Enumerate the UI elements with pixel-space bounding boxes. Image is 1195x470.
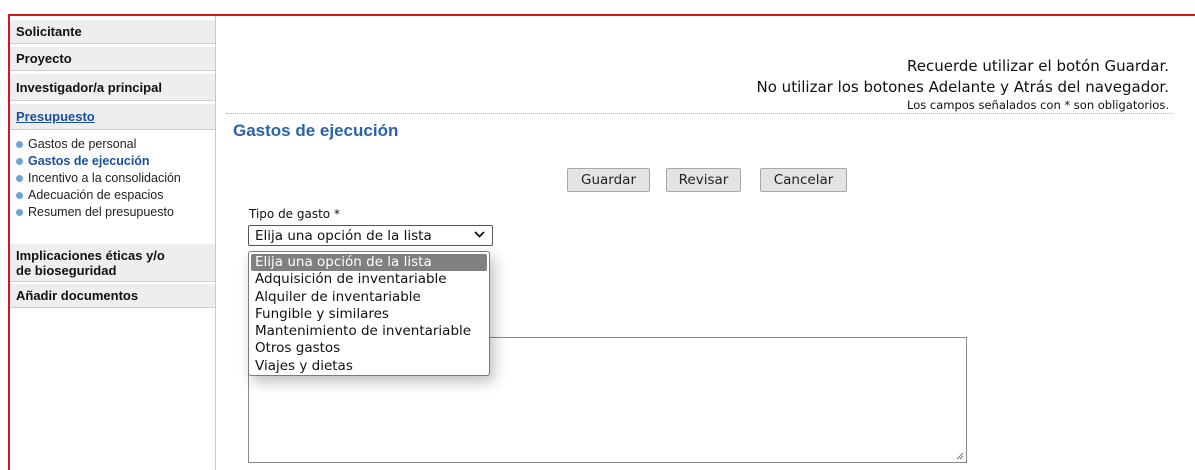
option-otros[interactable]: Otros gastos <box>249 340 489 357</box>
sidebar: Solicitante Proyecto Investigador/a prin… <box>10 16 216 470</box>
submenu-label: Adecuación de espacios <box>28 188 164 202</box>
select-value: Elija una opción de la lista <box>255 227 432 244</box>
sidebar-item-solicitante[interactable]: Solicitante <box>10 20 215 44</box>
notice-required: Los campos señalados con * son obligator… <box>907 98 1169 112</box>
option-adquisicion[interactable]: Adquisición de inventariable <box>249 271 489 288</box>
notice-save: Recuerde utilizar el botón Guardar. <box>907 57 1169 75</box>
option-fungible[interactable]: Fungible y similares <box>249 306 489 323</box>
submenu-adecuacion[interactable]: Adecuación de espacios <box>16 188 164 202</box>
sidebar-item-label: Presupuesto <box>16 109 95 124</box>
save-button[interactable]: Guardar <box>567 168 650 192</box>
submenu-incentivo[interactable]: Incentivo a la consolidación <box>16 171 181 185</box>
submenu-label: Gastos de personal <box>28 137 137 151</box>
bullet-icon <box>16 191 23 199</box>
sidebar-item-label: Proyecto <box>16 51 72 66</box>
submenu-gastos-personal[interactable]: Gastos de personal <box>16 137 136 151</box>
tipo-gasto-dropdown-list: Elija una opción de la lista Adquisición… <box>248 251 490 376</box>
submenu-label: Incentivo a la consolidación <box>28 171 181 185</box>
sidebar-item-investigador[interactable]: Investigador/a principal <box>10 74 215 101</box>
option-elija[interactable]: Elija una opción de la lista <box>251 254 487 272</box>
option-mantenimiento[interactable]: Mantenimiento de inventariable <box>249 323 489 340</box>
sidebar-item-label: Solicitante <box>16 24 82 39</box>
chevron-down-icon <box>474 229 485 243</box>
submenu-resumen[interactable]: Resumen del presupuesto <box>16 205 174 219</box>
resize-handle-icon[interactable] <box>956 452 964 460</box>
sidebar-item-label: Añadir documentos <box>16 288 139 303</box>
page-title: Gastos de ejecución <box>233 121 399 140</box>
option-viajes[interactable]: Viajes y dietas <box>249 358 489 375</box>
bullet-icon <box>16 157 23 165</box>
submenu-label: Gastos de ejecución <box>28 154 150 168</box>
bullet-icon <box>16 208 23 216</box>
option-alquiler[interactable]: Alquiler de inventariable <box>249 289 489 306</box>
submenu-label: Resumen del presupuesto <box>28 205 174 219</box>
bullet-icon <box>16 174 23 182</box>
sidebar-item-documentos[interactable]: Añadir documentos <box>10 284 215 308</box>
tipo-gasto-label: Tipo de gasto * <box>249 207 340 221</box>
sidebar-item-proyecto[interactable]: Proyecto <box>10 47 215 71</box>
submenu-gastos-ejecucion[interactable]: Gastos de ejecución <box>16 154 150 168</box>
bullet-icon <box>16 140 23 148</box>
sidebar-item-label: Investigador/a principal <box>16 79 162 95</box>
review-button[interactable]: Revisar <box>666 168 741 192</box>
sidebar-item-label: Implicaciones éticas y/o <box>16 248 165 263</box>
divider <box>226 113 1172 114</box>
notice-navigation: No utilizar los botones Adelante y Atrás… <box>756 78 1169 96</box>
tipo-gasto-select[interactable]: Elija una opción de la lista <box>248 225 493 246</box>
sidebar-item-implicaciones[interactable]: Implicaciones éticas y/o de bioseguridad <box>10 244 215 282</box>
sidebar-item-label: de bioseguridad <box>16 263 117 278</box>
cancel-button[interactable]: Cancelar <box>760 168 847 192</box>
sidebar-item-presupuesto[interactable]: Presupuesto <box>10 104 215 130</box>
